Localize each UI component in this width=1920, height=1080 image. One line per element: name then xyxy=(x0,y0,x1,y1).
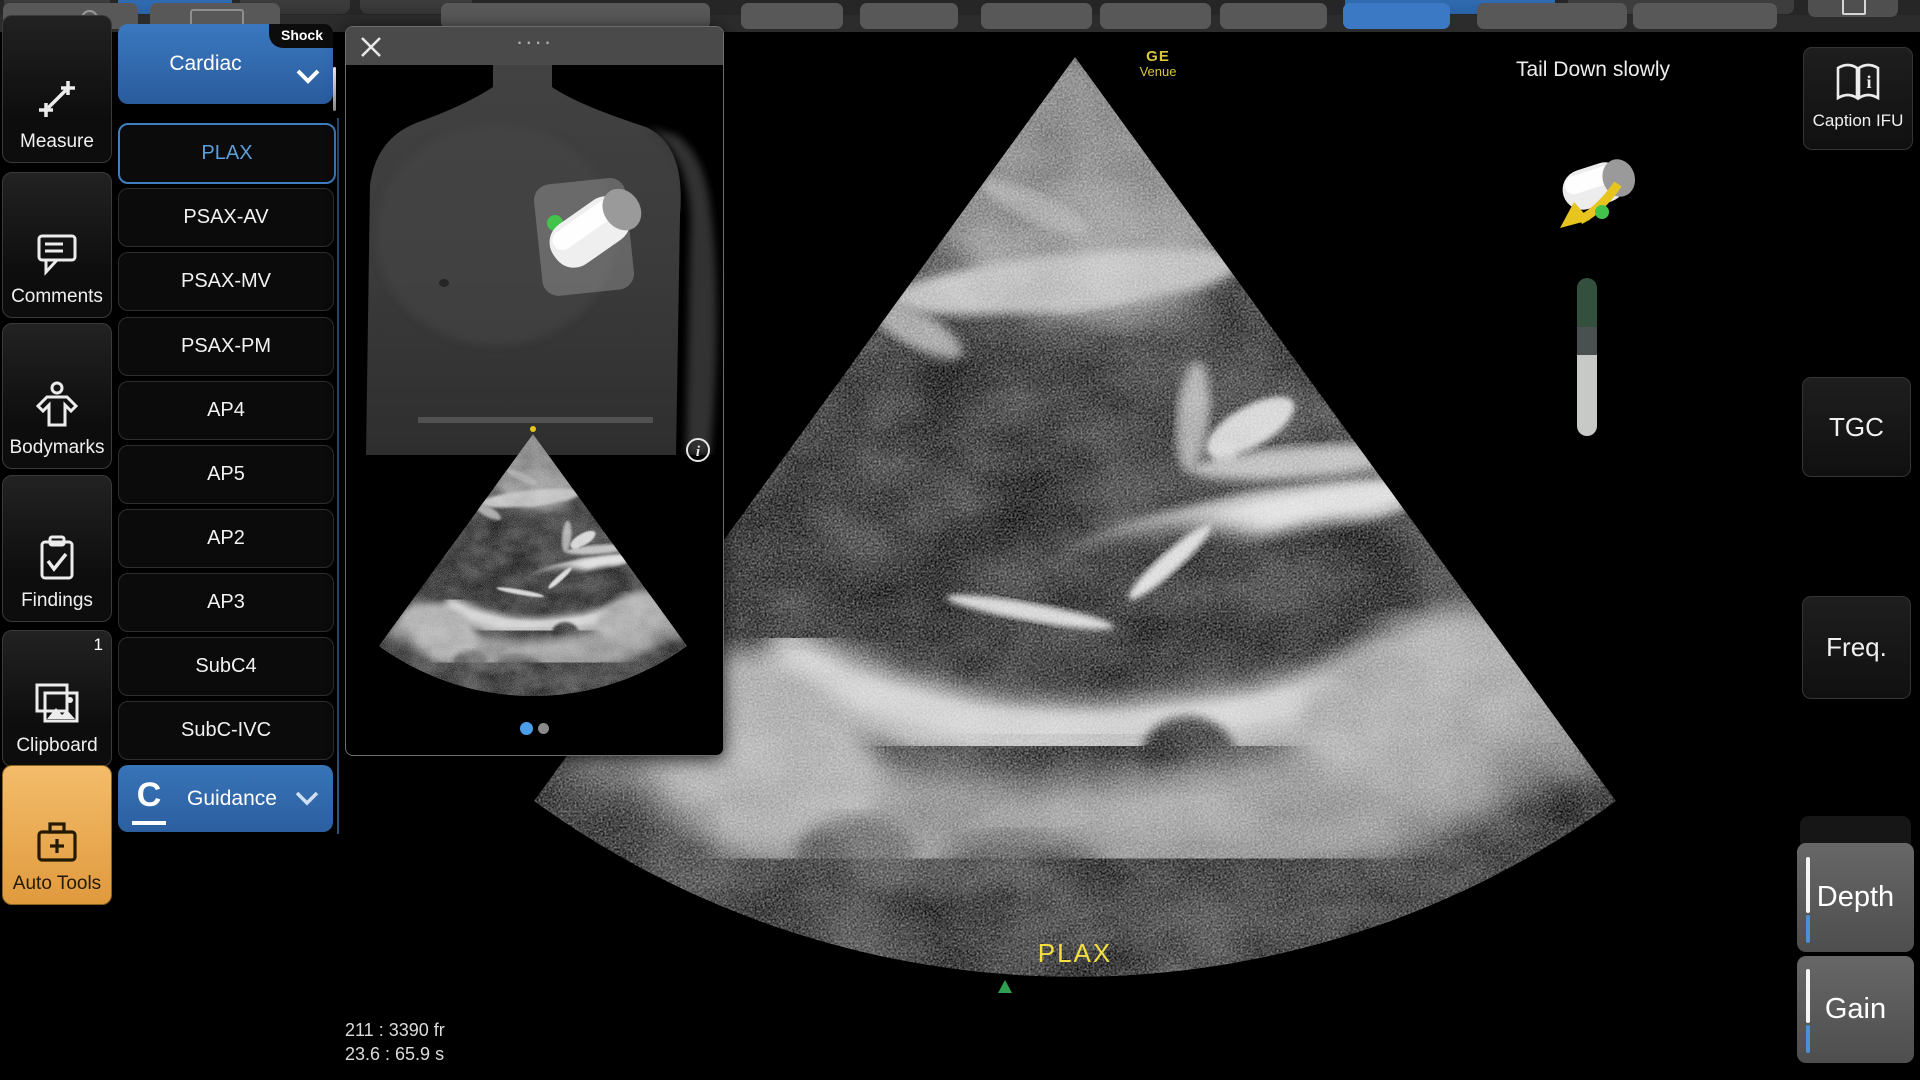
view-button-ap2[interactable]: AP2 xyxy=(118,509,334,568)
svg-text:i: i xyxy=(1866,72,1871,92)
sidebar-item-measure[interactable]: Measure xyxy=(2,15,112,163)
reference-view-thumbnail xyxy=(346,27,723,755)
quality-meter-good-segment xyxy=(1577,278,1597,327)
view-button-psax-pm[interactable]: PSAX-PM xyxy=(118,317,334,376)
sidebar-item-clipboard[interactable]: 1 Clipboard xyxy=(2,630,112,767)
frame-counter-line2: 23.6 : 65.9 s xyxy=(345,1042,445,1066)
quality-meter xyxy=(1577,278,1597,436)
sidebar-item-bodymarks[interactable]: Bodymarks xyxy=(2,323,112,469)
view-button-ap5[interactable]: AP5 xyxy=(118,445,334,504)
auto-tools-icon xyxy=(31,815,83,867)
chevron-down-icon xyxy=(295,68,321,84)
shock-mode-badge: Shock xyxy=(269,24,333,48)
guidance-instruction: Tail Down slowly xyxy=(1430,58,1670,82)
findings-icon xyxy=(31,532,83,584)
quality-meter-track xyxy=(1577,355,1597,436)
logo-line1: GE xyxy=(1128,48,1188,65)
clipboard-count-badge: 1 xyxy=(94,635,103,655)
view-list-scrollbar[interactable] xyxy=(333,67,336,111)
view-annotation: PLAX xyxy=(1005,938,1145,969)
info-icon[interactable]: i xyxy=(684,436,712,464)
bodymarks-icon xyxy=(31,379,83,431)
manual-book-icon: i xyxy=(1832,60,1884,106)
gain-slider-track xyxy=(1806,969,1810,1023)
caption-guidance-icon: C xyxy=(132,777,166,825)
page-dot-inactive[interactable] xyxy=(538,723,549,734)
depth-slider-value xyxy=(1806,915,1810,943)
view-button-ap4[interactable]: AP4 xyxy=(118,381,334,440)
quality-meter-mid-segment xyxy=(1577,327,1597,355)
frame-counter-line1: 211 : 3390 fr xyxy=(345,1018,445,1042)
orientation-marker xyxy=(998,980,1012,993)
probe-motion-hint-icon xyxy=(1544,146,1644,246)
view-button-subc4[interactable]: SubC4 xyxy=(118,637,334,696)
guidance-toggle-button[interactable]: C Guidance xyxy=(118,765,333,832)
view-button-psax-av[interactable]: PSAX-AV xyxy=(118,188,334,247)
gain-slider-value xyxy=(1806,1025,1810,1053)
venue-ultrasound-app: GE Venue Tail Down slowly PLAX 211 : 339… xyxy=(0,0,1920,1080)
frame-counter: 211 : 3390 fr 23.6 : 65.9 s xyxy=(345,1018,445,1066)
logo-line2: Venue xyxy=(1128,64,1188,79)
ge-venue-logo: GE Venue xyxy=(1128,48,1188,79)
svg-text:i: i xyxy=(696,444,701,460)
preset-dropdown-cardiac[interactable]: Cardiac Shock xyxy=(118,24,333,104)
gain-control[interactable]: Gain xyxy=(1797,956,1914,1063)
chevron-down-icon xyxy=(295,791,319,806)
view-button-subc-ivc[interactable]: SubC-IVC xyxy=(118,701,334,760)
drag-handle-dots: ···· xyxy=(346,29,723,55)
popup-header-drag-bar[interactable]: ···· xyxy=(346,27,723,65)
sidebar-item-comments[interactable]: Comments xyxy=(2,172,112,318)
comments-icon xyxy=(31,228,83,280)
tgc-button[interactable]: TGC xyxy=(1802,377,1911,477)
view-button-plax[interactable]: PLAX xyxy=(118,123,336,184)
view-button-ap3[interactable]: AP3 xyxy=(118,573,334,632)
guidance-popup: ···· i xyxy=(345,26,724,756)
clipboard-icon xyxy=(30,679,84,729)
measure-icon xyxy=(31,73,83,125)
depth-control[interactable]: Depth xyxy=(1797,843,1914,952)
page-dot-active[interactable] xyxy=(520,722,533,735)
sidebar-item-findings[interactable]: Findings xyxy=(2,475,112,622)
view-button-psax-mv[interactable]: PSAX-MV xyxy=(118,252,334,311)
depth-slider-track xyxy=(1806,857,1810,913)
freq-button[interactable]: Freq. xyxy=(1802,596,1911,699)
sidebar-item-auto-tools[interactable]: Auto Tools xyxy=(2,765,112,905)
caption-ifu-button[interactable]: i Caption IFU xyxy=(1803,47,1913,150)
